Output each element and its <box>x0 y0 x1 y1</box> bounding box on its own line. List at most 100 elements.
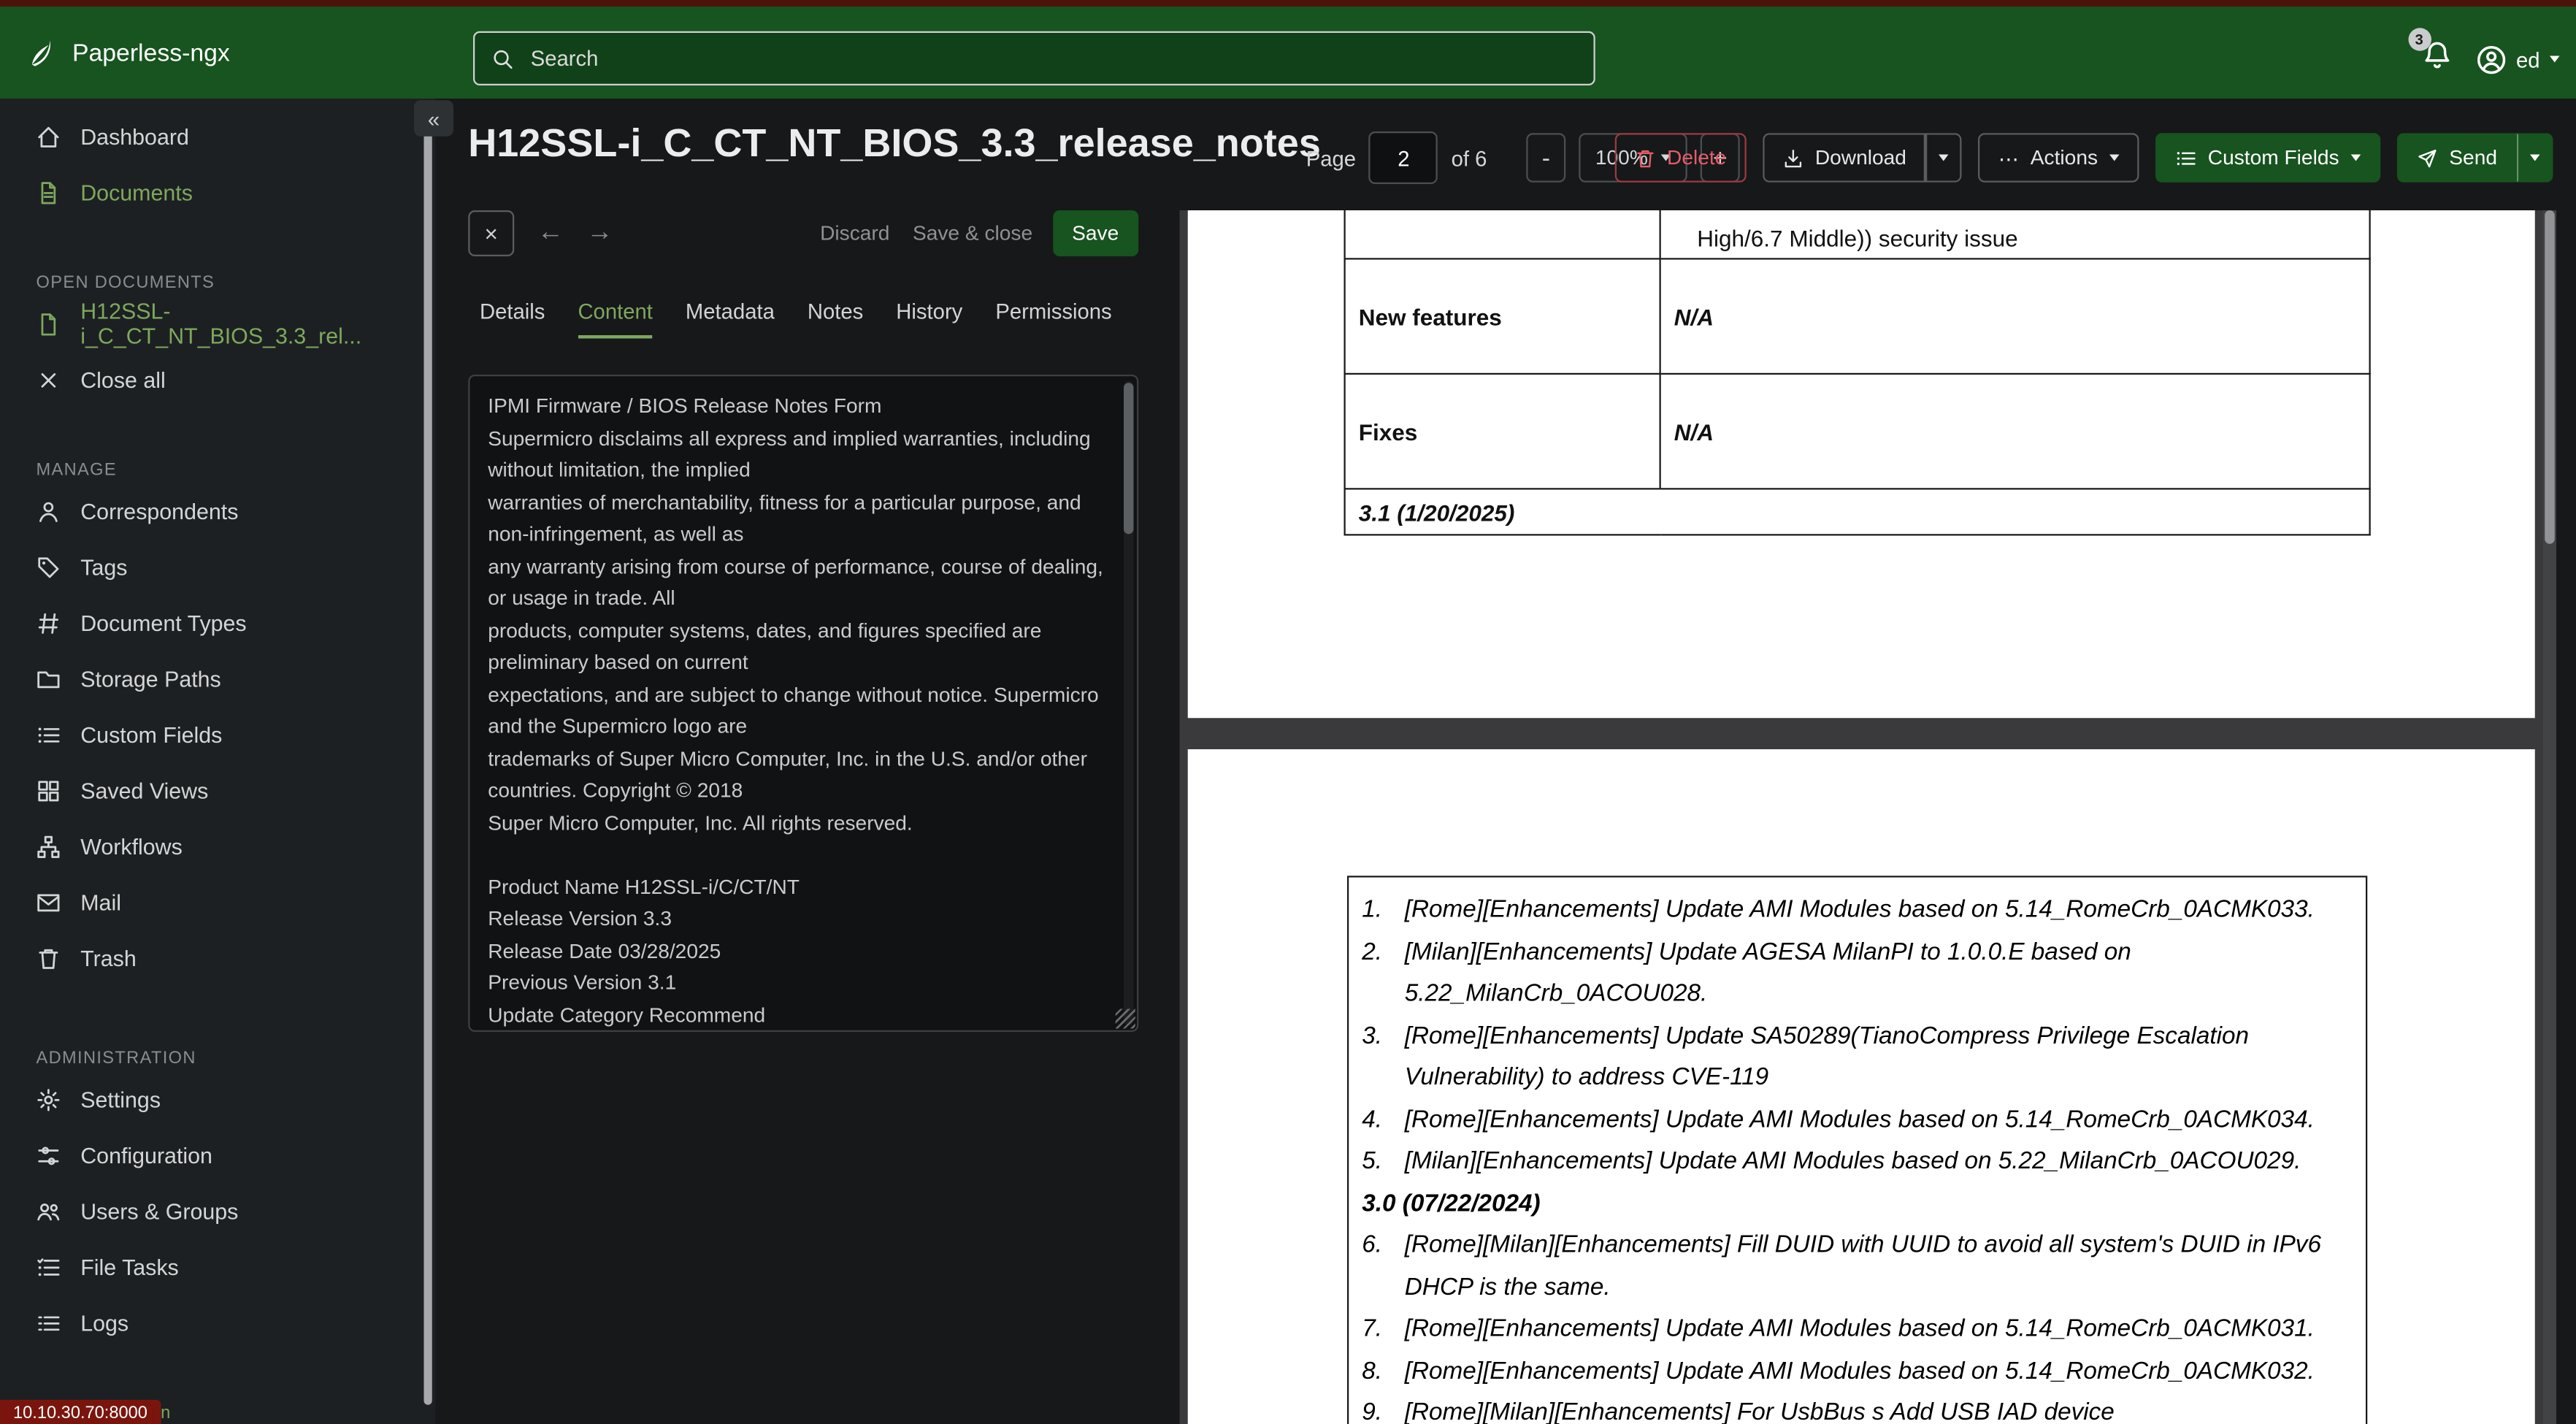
custom-fields-label: Custom Fields <box>2207 146 2339 169</box>
sidebar-item-correspondents[interactable]: Correspondents <box>0 483 435 540</box>
tab-content[interactable]: Content <box>578 299 653 339</box>
sidebar-scrollbar[interactable] <box>423 115 432 1405</box>
send-label: Send <box>2449 146 2497 169</box>
sidebar-item-open-document[interactable]: H12SSL-i_C_CT_NT_BIOS_3.3_rel... <box>0 296 435 352</box>
sidebar-item-label: Correspondents <box>80 498 239 524</box>
release-notes-table: High/6.7 Middle)) security issue New fea… <box>1343 210 2371 536</box>
sidebar-collapse-button[interactable]: « <box>414 100 453 137</box>
page-number-input[interactable] <box>1369 131 1438 184</box>
sidebar-item-settings[interactable]: Settings <box>0 1071 435 1128</box>
send-button[interactable]: Send <box>2396 133 2517 183</box>
list-item: 9. [Rome][Milan][Enhancements] For UsbBus… <box>1362 1393 2326 1424</box>
download-dropdown-button[interactable] <box>1925 133 1963 183</box>
delete-button[interactable]: Delete <box>1614 133 1747 183</box>
tab-permissions[interactable]: Permissions <box>995 299 1111 339</box>
sidebar-item-mail[interactable]: Mail <box>0 874 435 930</box>
grid-icon <box>38 780 59 801</box>
sidebar-item-label: Dashboard <box>80 123 189 149</box>
sidebar-item-trash[interactable]: Trash <box>0 930 435 987</box>
table-cell-label: New features <box>1343 258 1661 375</box>
people-icon <box>37 1202 60 1220</box>
sidebar-item-documents[interactable]: Documents <box>0 164 435 221</box>
sidebar-item-file-tasks[interactable]: File Tasks <box>0 1239 435 1295</box>
table-row: High/6.7 Middle)) security issue <box>1343 210 2371 260</box>
list-item-number: 9. <box>1362 1400 1383 1424</box>
list-item: 4. [Rome][Enhancements] Update AMI Module… <box>1362 1100 2326 1141</box>
pdf-preview-pane[interactable]: High/6.7 Middle)) security issue New fea… <box>1179 210 2543 1424</box>
sidebar-item-label: Trash <box>80 945 137 971</box>
sidebar-item-storage-paths[interactable]: Storage Paths <box>0 651 435 707</box>
send-dropdown-button[interactable] <box>2517 133 2553 183</box>
sidebar-item-dashboard[interactable]: Dashboard <box>0 109 435 165</box>
tab-details[interactable]: Details <box>480 299 545 339</box>
caret-down-icon <box>1939 154 1950 161</box>
close-document-button[interactable]: × <box>468 210 515 256</box>
search-input[interactable] <box>527 44 1577 72</box>
list-item-number: 4. <box>1362 1106 1383 1133</box>
sidebar-item-custom-fields[interactable]: Custom Fields <box>0 707 435 763</box>
tasks-icon <box>37 1258 60 1276</box>
previous-document-button[interactable]: ← <box>537 218 564 248</box>
close-icon <box>41 372 56 387</box>
global-search[interactable] <box>473 31 1595 85</box>
sidebar-item-label: Documents <box>80 180 193 205</box>
sidebar-item-logs[interactable]: Logs <box>0 1295 435 1351</box>
mail-icon <box>37 893 60 911</box>
sidebar-item-saved-views[interactable]: Saved Views <box>0 762 435 819</box>
tab-metadata[interactable]: Metadata <box>686 299 775 339</box>
list-item: 5. [Milan][Enhancements] Update AMI Modul… <box>1362 1142 2326 1184</box>
window-top-strip <box>0 0 2576 7</box>
custom-fields-button[interactable]: Custom Fields <box>2155 133 2380 183</box>
list-item-text: [Rome][Milan][Enhancements] For UsbBus s… <box>1404 1400 2115 1424</box>
sliders-icon <box>38 1146 59 1165</box>
sidebar-item-configuration[interactable]: Configuration <box>0 1128 435 1184</box>
paperless-logo-icon <box>31 40 50 66</box>
list-item-text: [Rome][Enhancements] Update AMI Modules … <box>1404 1358 2315 1385</box>
sidebar-item-label: Workflows <box>80 833 183 859</box>
page-title: H12SSL-i_C_CT_NT_BIOS_3.3_release_notes <box>468 121 1321 166</box>
status-url-text: 10.10.30.70:8000 <box>13 1402 147 1423</box>
caret-down-icon <box>2350 154 2361 161</box>
sidebar-item-tags[interactable]: Tags <box>0 539 435 595</box>
trash-icon <box>1636 149 1653 167</box>
sidebar-item-label: Custom Fields <box>80 721 223 747</box>
table-cell-spill: High/6.7 Middle)) security issue <box>1659 210 2371 260</box>
list-version-heading: 3.0 (07/22/2024) <box>1362 1184 2326 1225</box>
sidebar-item-document-types[interactable]: Document Types <box>0 595 435 651</box>
sidebar-item-users-groups[interactable]: Users & Groups <box>0 1183 435 1239</box>
list-item: 1. [Rome][Enhancements] Update AMI Module… <box>1362 891 2326 933</box>
textarea-scrollbar-thumb[interactable] <box>1124 383 1134 535</box>
send-split-button: Send <box>2396 133 2553 183</box>
download-button[interactable]: Download <box>1762 133 1926 183</box>
document-content-textarea[interactable]: IPMI Firmware / BIOS Release Notes Form … <box>468 375 1139 1032</box>
sidebar-item-label: Settings <box>80 1087 161 1112</box>
discard-button[interactable]: Discard <box>820 222 889 245</box>
table-row: 3.1 (1/20/2025) <box>1343 488 2371 536</box>
list-item-number: 7. <box>1362 1316 1383 1343</box>
actions-button[interactable]: ⋯ Actions <box>1978 133 2139 183</box>
table-row: Fixes N/A <box>1343 372 2371 490</box>
preview-scrollbar-thumb[interactable] <box>2545 210 2555 544</box>
sidebar-item-workflows[interactable]: Workflows <box>0 819 435 875</box>
notifications-button[interactable]: 3 <box>2407 28 2452 79</box>
file-icon <box>41 313 56 335</box>
list-item: 3. [Rome][Enhancements] Update SA50289(Ti… <box>1362 1017 2326 1100</box>
zoom-out-button[interactable]: - <box>1526 133 1566 183</box>
close-all-label: Close all <box>80 367 166 392</box>
save-close-button[interactable]: Save & close <box>913 222 1032 245</box>
save-button[interactable]: Save <box>1052 210 1139 256</box>
list-item-text: [Rome][Enhancements] Update AMI Modules … <box>1404 1316 2315 1343</box>
list-item-number: 1. <box>1362 897 1383 924</box>
list-item-number: 5. <box>1362 1148 1383 1175</box>
sidebar-item-close-all[interactable]: Close all <box>0 352 435 408</box>
next-document-button[interactable]: → <box>586 218 613 248</box>
textarea-resize-handle[interactable] <box>1115 1008 1135 1029</box>
sidebar-section-administration: ADMINISTRATION <box>36 1048 196 1068</box>
person-icon <box>39 501 58 521</box>
sidebar-item-label: Tags <box>80 554 128 580</box>
user-menu[interactable]: ed <box>2475 44 2560 75</box>
tab-notes[interactable]: Notes <box>808 299 863 339</box>
tab-history[interactable]: History <box>896 299 962 339</box>
table-cell-empty <box>1343 210 1661 260</box>
delete-label: Delete <box>1667 146 1727 169</box>
